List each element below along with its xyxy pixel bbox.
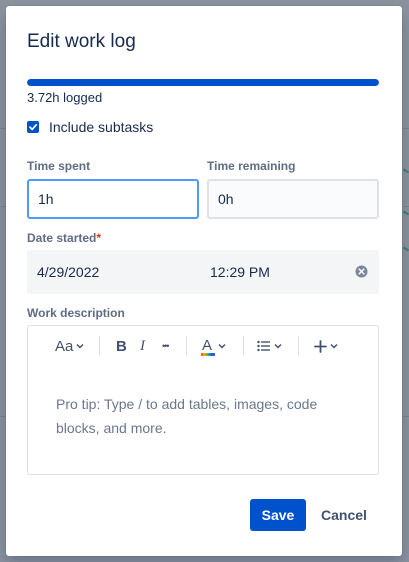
progress-fill: [27, 79, 379, 86]
background-mark: [402, 210, 409, 216]
time-spent-value: 1h: [38, 191, 54, 207]
time-spent-input[interactable]: 1h: [27, 179, 199, 219]
time-remaining-value: 0h: [218, 191, 234, 207]
background-line: [403, 416, 409, 417]
work-description-editor[interactable]: Aa B I ••• A Pro tip: Type / to add tabl…: [27, 325, 379, 475]
logged-time-text: 3.72h logged: [27, 90, 103, 105]
date-started-label: Date started*: [27, 231, 101, 245]
time-tracking-progress-bar: [27, 79, 379, 86]
more-formatting-icon[interactable]: •••: [162, 336, 170, 356]
time-input[interactable]: 12:29 PM: [210, 264, 270, 280]
date-started-picker: 4/29/2022 12:29 PM: [27, 250, 379, 294]
bullet-list-icon: [257, 340, 270, 352]
include-subtasks-label: Include subtasks: [49, 119, 154, 135]
cancel-button[interactable]: Cancel: [312, 499, 376, 531]
required-asterisk: *: [96, 231, 102, 245]
text-color-icon: A: [201, 336, 215, 356]
checkbox-checked-icon[interactable]: [27, 121, 39, 133]
insert-button[interactable]: [314, 336, 338, 356]
editor-toolbar: Aa B I ••• A: [28, 326, 378, 366]
date-input[interactable]: 4/29/2022: [37, 264, 99, 280]
chevron-down-icon: [274, 343, 282, 349]
toolbar-divider: [186, 336, 187, 356]
text-style-icon: Aa: [55, 337, 74, 355]
dialog-title: Edit work log: [27, 31, 136, 52]
color-swatch-bar: [201, 353, 215, 356]
bold-icon[interactable]: B: [116, 336, 127, 356]
save-button[interactable]: Save: [250, 499, 306, 531]
insert-plus-icon: [314, 339, 327, 353]
clear-date-icon[interactable]: [355, 265, 368, 278]
text-color-button[interactable]: A: [201, 336, 226, 356]
work-description-label: Work description: [27, 306, 125, 320]
toolbar-divider: [243, 336, 244, 356]
include-subtasks-checkbox[interactable]: Include subtasks: [27, 119, 153, 135]
chevron-down-icon: [218, 343, 226, 349]
bullet-list-button[interactable]: [257, 336, 282, 356]
background-mark: [402, 246, 409, 252]
background-line: [403, 128, 409, 129]
time-spent-label: Time spent: [27, 159, 91, 173]
italic-icon[interactable]: I: [140, 336, 145, 356]
toolbar-divider: [298, 336, 299, 356]
background-mark: [402, 168, 409, 174]
text-style-button[interactable]: Aa: [55, 336, 84, 356]
chevron-down-icon: [330, 343, 338, 349]
edit-work-log-dialog: Edit work log 3.72h logged Include subta…: [6, 6, 402, 556]
editor-placeholder: Pro tip: Type / to add tables, images, c…: [56, 396, 318, 436]
date-started-label-text: Date started: [27, 231, 97, 245]
background-line: [403, 206, 409, 207]
chevron-down-icon: [76, 343, 84, 349]
toolbar-divider: [99, 336, 100, 356]
time-remaining-label: Time remaining: [207, 159, 296, 173]
time-remaining-input[interactable]: 0h: [207, 179, 379, 219]
